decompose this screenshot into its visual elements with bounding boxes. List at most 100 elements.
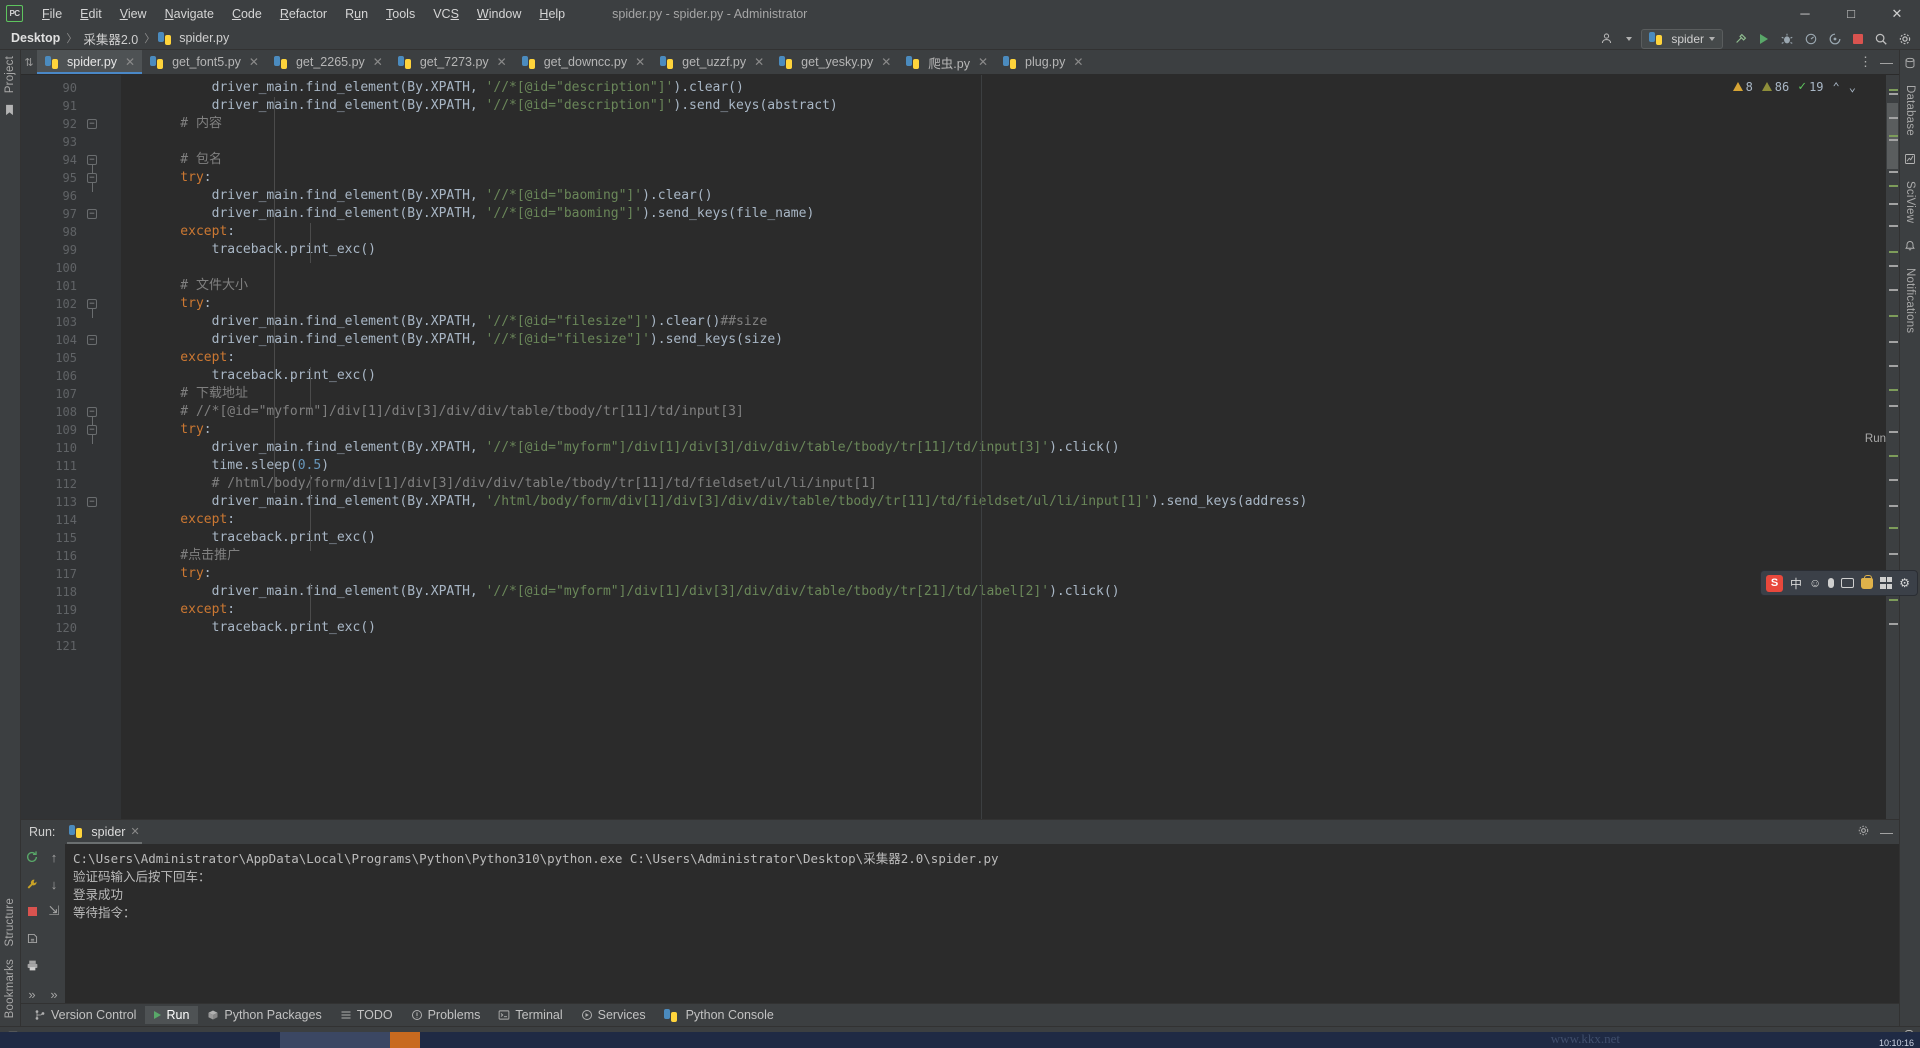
- coverage-button[interactable]: [1824, 29, 1846, 49]
- code-line[interactable]: driver_main.find_element(By.XPATH, '//*[…: [121, 439, 1886, 457]
- line-number[interactable]: 94−: [21, 151, 121, 169]
- code-line[interactable]: traceback.print_exc(): [121, 619, 1886, 637]
- fold-toggle-icon[interactable]: −: [87, 209, 97, 219]
- chevron-down-icon[interactable]: ⌄: [1849, 80, 1856, 94]
- line-number[interactable]: 93: [21, 133, 121, 151]
- tool-button-bookmarks[interactable]: Bookmarks: [4, 959, 16, 1018]
- scrollbar-marker[interactable]: [1889, 265, 1898, 267]
- code-line[interactable]: traceback.print_exc(): [121, 529, 1886, 547]
- inspection-widget[interactable]: 8 86 ✓ 19 ⌃ ⌄: [1733, 79, 1856, 94]
- fold-toggle-icon[interactable]: −: [87, 299, 97, 309]
- line-number[interactable]: 110: [21, 439, 121, 457]
- line-number[interactable]: 92−: [21, 115, 121, 133]
- scrollbar-marker[interactable]: [1889, 431, 1898, 433]
- expand-right-icon[interactable]: »: [45, 985, 63, 1003]
- breadcrumb-item-desktop[interactable]: Desktop: [8, 30, 63, 46]
- tool-button-services[interactable]: Services: [572, 1006, 655, 1024]
- run-tab-spider[interactable]: spider ✕: [63, 823, 145, 842]
- scrollbar-marker[interactable]: [1889, 527, 1898, 529]
- menu-item-help[interactable]: Help: [530, 4, 574, 24]
- code-line[interactable]: # //*[@id="myform"]/div[1]/div[3]/div/di…: [121, 403, 1886, 421]
- tab-get-downcc-py[interactable]: get_downcc.py ✕: [514, 50, 652, 74]
- breadcrumb-item-project[interactable]: 采集器2.0: [80, 28, 141, 49]
- menu-item-refactor[interactable]: Refactor: [271, 4, 336, 24]
- line-number[interactable]: 91: [21, 97, 121, 115]
- code-line[interactable]: [121, 637, 1886, 655]
- ok-count[interactable]: ✓ 19: [1798, 79, 1823, 94]
- search-icon[interactable]: [1870, 29, 1892, 49]
- tool-button-python-packages[interactable]: Python Packages: [198, 1006, 330, 1024]
- fold-toggle-icon[interactable]: −: [87, 119, 97, 129]
- fold-toggle-icon[interactable]: −: [87, 155, 97, 165]
- settings-wrench-icon[interactable]: [23, 875, 41, 893]
- menu-item-window[interactable]: Window: [468, 4, 530, 24]
- code-line[interactable]: driver_main.find_element(By.XPATH, '//*[…: [121, 79, 1886, 97]
- code-line[interactable]: # 内容: [121, 115, 1886, 133]
- tool-button-python-console[interactable]: Python Console: [655, 1006, 783, 1024]
- tab-spider-py[interactable]: spider.py ✕: [37, 50, 142, 74]
- tab-close-icon[interactable]: ✕: [249, 55, 259, 69]
- tab-get-2265-py[interactable]: get_2265.py ✕: [266, 50, 390, 74]
- scrollbar-marker[interactable]: [1889, 315, 1898, 317]
- bookmark-flag-icon[interactable]: [4, 103, 17, 116]
- line-number[interactable]: 119: [21, 601, 121, 619]
- line-number[interactable]: 104−: [21, 331, 121, 349]
- code-line[interactable]: traceback.print_exc(): [121, 367, 1886, 385]
- scroll-down-icon[interactable]: ↓: [45, 875, 63, 893]
- tool-button-todo[interactable]: TODO: [331, 1006, 402, 1024]
- keyboard-icon[interactable]: [1841, 578, 1854, 588]
- code-line[interactable]: # 包名: [121, 151, 1886, 169]
- scrollbar-marker[interactable]: [1889, 135, 1898, 137]
- scrollbar-marker[interactable]: [1889, 251, 1898, 253]
- code-line[interactable]: # 文件大小: [121, 277, 1886, 295]
- run-configuration-selector[interactable]: spider: [1641, 29, 1723, 49]
- tool-button-project[interactable]: Project: [4, 56, 16, 93]
- code-line[interactable]: #点击推广: [121, 547, 1886, 565]
- scrollbar-marker[interactable]: [1889, 479, 1898, 481]
- code-line[interactable]: [121, 259, 1886, 277]
- code-line[interactable]: driver_main.find_element(By.XPATH, '//*[…: [121, 187, 1886, 205]
- code-line[interactable]: driver_main.find_element(By.XPATH, '//*[…: [121, 313, 1886, 331]
- scrollbar-marker[interactable]: [1889, 289, 1898, 291]
- tool-button-version-control[interactable]: Version Control: [25, 1006, 145, 1024]
- line-number[interactable]: 106: [21, 367, 121, 385]
- scrollbar-marker[interactable]: [1889, 455, 1898, 457]
- editor-scrollbar[interactable]: [1886, 75, 1899, 819]
- line-number[interactable]: 97−: [21, 205, 121, 223]
- code-content[interactable]: 8 86 ✓ 19 ⌃ ⌄ driver_main.f: [121, 75, 1886, 819]
- menu-item-vcs[interactable]: VCS: [424, 4, 468, 24]
- line-number[interactable]: 121: [21, 637, 121, 655]
- menu-item-navigate[interactable]: Navigate: [156, 4, 223, 24]
- code-line[interactable]: except:: [121, 349, 1886, 367]
- scrollbar-marker[interactable]: [1889, 171, 1898, 173]
- scrollbar-marker[interactable]: [1889, 185, 1898, 187]
- scrollbar-marker[interactable]: [1889, 389, 1898, 391]
- code-line[interactable]: # 下载地址: [121, 385, 1886, 403]
- tab-list-icon[interactable]: ⋮: [1859, 54, 1872, 70]
- line-number[interactable]: 117: [21, 565, 121, 583]
- tab-pachong-py[interactable]: 爬虫.py ✕: [898, 50, 995, 74]
- code-line[interactable]: traceback.print_exc(): [121, 241, 1886, 259]
- line-number[interactable]: 109−: [21, 421, 121, 439]
- line-number[interactable]: 112: [21, 475, 121, 493]
- mic-icon[interactable]: [1828, 578, 1834, 588]
- code-line[interactable]: [121, 133, 1886, 151]
- tab-pin-icon[interactable]: ⇅: [21, 50, 37, 74]
- gear-icon[interactable]: [1894, 29, 1916, 49]
- scrollbar-marker[interactable]: [1889, 203, 1898, 205]
- tab-close-icon[interactable]: ✕: [125, 55, 135, 69]
- line-number[interactable]: 107: [21, 385, 121, 403]
- stop-button[interactable]: [1848, 29, 1868, 49]
- menu-item-file[interactable]: File: [33, 4, 71, 24]
- tool-button-sciview[interactable]: SciView: [1904, 181, 1916, 223]
- sciview-icon[interactable]: [1904, 152, 1917, 165]
- code-line[interactable]: except:: [121, 601, 1886, 619]
- scrollbar-marker[interactable]: [1889, 341, 1898, 343]
- print-icon[interactable]: [23, 956, 41, 974]
- line-number[interactable]: 111: [21, 457, 121, 475]
- tab-get-yesky-py[interactable]: get_yesky.py ✕: [771, 50, 898, 74]
- tool-button-database[interactable]: Database: [1904, 85, 1916, 136]
- line-number[interactable]: 103: [21, 313, 121, 331]
- line-number[interactable]: 105: [21, 349, 121, 367]
- line-number[interactable]: 118: [21, 583, 121, 601]
